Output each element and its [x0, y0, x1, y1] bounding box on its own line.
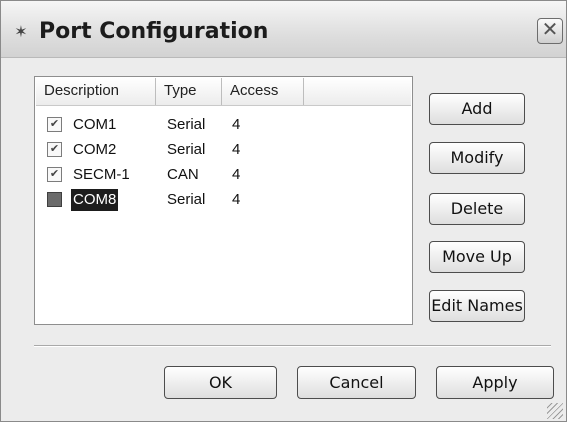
resize-grip[interactable] [547, 403, 563, 419]
row-access: 4 [232, 191, 241, 208]
row-description: SECM-1 [73, 166, 130, 183]
cancel-button[interactable]: Cancel [297, 366, 416, 399]
title-bar[interactable]: ✶ Port Configuration ✕ [1, 1, 566, 58]
close-icon: ✕ [541, 19, 559, 41]
row-access: 4 [232, 116, 241, 133]
column-header-access[interactable]: Access [222, 78, 304, 105]
row-type: Serial [167, 116, 206, 133]
close-button[interactable]: ✕ [537, 18, 563, 44]
add-button[interactable]: Add [429, 93, 525, 125]
port-list[interactable]: Description Type Access ✔ COM1 Serial 4 … [34, 76, 413, 325]
list-header: Description Type Access [36, 78, 411, 106]
column-header-description[interactable]: Description [36, 78, 156, 105]
row-type: Serial [167, 141, 206, 158]
ok-button[interactable]: OK [164, 366, 277, 399]
row-checkbox[interactable]: ✔ [47, 117, 62, 132]
dialog-title: Port Configuration [39, 19, 269, 44]
list-item[interactable]: ✔ COM2 Serial 4 [35, 139, 410, 161]
row-checkbox[interactable]: ✔ [47, 142, 62, 157]
modify-button[interactable]: Modify [429, 142, 525, 174]
row-access: 4 [232, 141, 241, 158]
move-up-button[interactable]: Move Up [429, 241, 525, 273]
delete-button[interactable]: Delete [429, 193, 525, 225]
column-header-type[interactable]: Type [156, 78, 222, 105]
satellite-dish-icon: ✶ [14, 24, 28, 41]
list-item[interactable]: ✔ COM1 Serial 4 [35, 114, 410, 136]
row-access: 4 [232, 166, 241, 183]
port-configuration-dialog: ✶ Port Configuration ✕ Description Type … [0, 0, 567, 422]
row-description: COM2 [73, 141, 117, 158]
edit-names-button[interactable]: Edit Names [429, 290, 525, 322]
row-type: CAN [167, 166, 199, 183]
row-type: Serial [167, 191, 206, 208]
row-checkbox[interactable]: ✔ [47, 167, 62, 182]
row-description: COM1 [73, 116, 117, 133]
row-checkbox[interactable]: ✔ [47, 192, 62, 207]
list-item-selected[interactable]: ✔ COM8 Serial 4 [35, 189, 410, 211]
row-description: COM8 [71, 189, 119, 211]
separator [34, 345, 551, 347]
apply-button[interactable]: Apply [436, 366, 554, 399]
list-item[interactable]: ✔ SECM-1 CAN 4 [35, 164, 410, 186]
